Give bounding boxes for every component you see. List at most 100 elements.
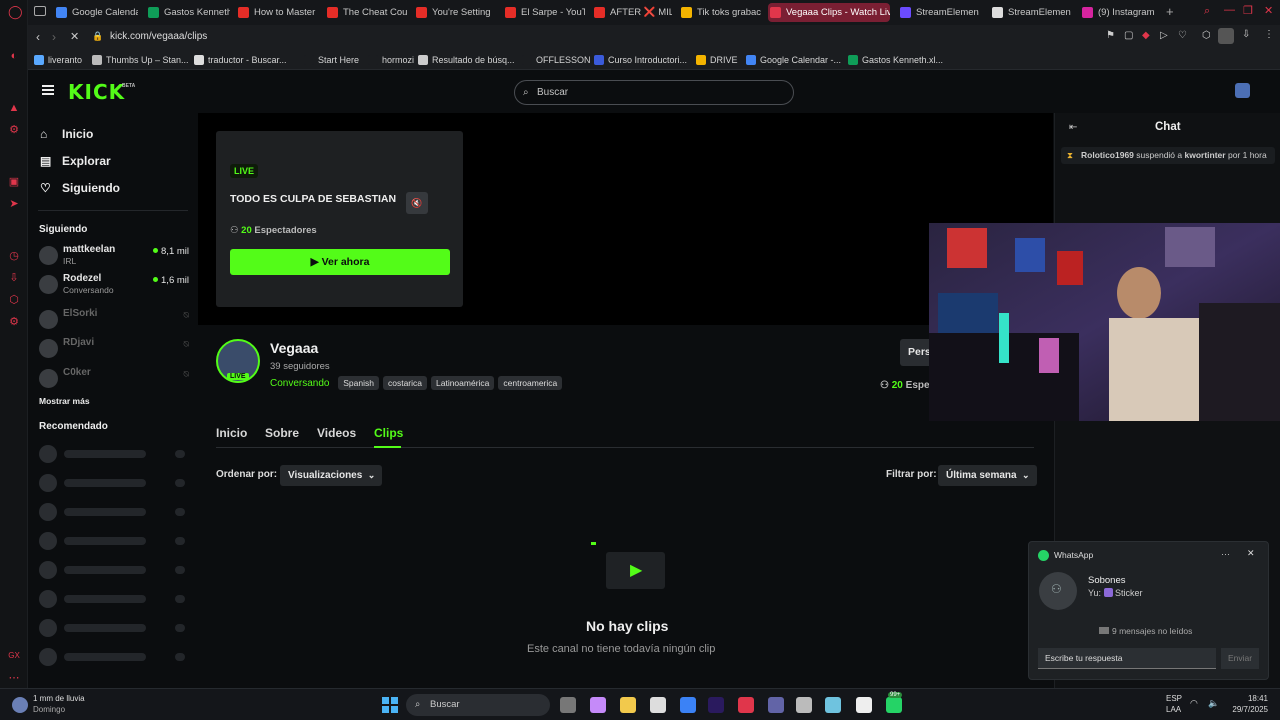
minimize-icon[interactable]: —: [1224, 4, 1235, 16]
bookmark-item[interactable]: hormozi: [368, 53, 414, 67]
following-item[interactable]: C0ker ⍉: [39, 367, 189, 393]
sort-dropdown[interactable]: Visualizaciones ⌄: [280, 465, 383, 486]
nav-explorar[interactable]: ▤ Explorar: [40, 154, 111, 168]
channel-tag[interactable]: Spanish: [338, 376, 379, 390]
taskbar-search[interactable]: ⌕ Buscar: [406, 694, 550, 716]
tab-2[interactable]: How to Master: [236, 3, 318, 22]
teams-icon[interactable]: [768, 697, 784, 713]
telegram-icon[interactable]: ➤: [8, 198, 20, 210]
tab-5[interactable]: El Sarpe - YouT: [503, 3, 585, 22]
tab-3[interactable]: The Cheat Cou: [325, 3, 407, 22]
forward-icon[interactable]: ›: [52, 30, 56, 44]
url-field[interactable]: kick.com/vegaaa/clips: [110, 31, 207, 42]
nav-siguiendo[interactable]: ♡ Siguiendo: [40, 181, 120, 195]
bookmark-icon[interactable]: ⚑: [1106, 30, 1115, 41]
tab-videos[interactable]: Videos: [317, 426, 356, 440]
notion-icon[interactable]: [650, 697, 666, 713]
tab-1[interactable]: Gastos Kenneth: [146, 3, 230, 22]
downloads-icon[interactable]: ⇩: [8, 272, 20, 284]
bookmark-item[interactable]: Start Here: [304, 53, 359, 67]
task-view-icon[interactable]: [560, 697, 576, 713]
bookmark-item[interactable]: OFFLESSON: [522, 53, 591, 67]
channel-category[interactable]: Conversando: [270, 378, 329, 389]
tab-9[interactable]: StreamElemen: [898, 3, 982, 22]
close-window-icon[interactable]: ✕: [1264, 4, 1273, 17]
copilot-icon[interactable]: [590, 697, 606, 713]
kick-logo[interactable]: KICK: [68, 80, 125, 104]
bookmark-item[interactable]: traductor - Buscar...: [194, 53, 287, 67]
clock-time[interactable]: 18:41: [1232, 694, 1268, 703]
weather-text[interactable]: 1 mm de lluvia: [33, 694, 85, 703]
heart-icon[interactable]: ♡: [1178, 30, 1187, 41]
nav-inicio[interactable]: ⌂ Inicio: [40, 127, 93, 141]
opera-gx-icon[interactable]: [738, 697, 754, 713]
todo-icon[interactable]: [680, 697, 696, 713]
channel-tag[interactable]: centroamerica: [498, 376, 563, 390]
channel-tag[interactable]: costarica: [382, 376, 427, 390]
wifi-icon[interactable]: ◠: [1190, 698, 1198, 709]
bookmark-item[interactable]: liveranto: [34, 53, 82, 67]
following-item[interactable]: RDjavi ⍉: [39, 337, 189, 363]
new-tab-icon[interactable]: +: [1166, 4, 1174, 19]
close-icon[interactable]: ✕: [1247, 548, 1255, 559]
notepad-icon[interactable]: [825, 697, 841, 713]
tab-menu-icon[interactable]: [34, 6, 46, 16]
whatsapp-notification[interactable]: WhatsApp ⋯ ✕ ⚇ Sobones Yu: Sticker 9 men…: [1028, 541, 1269, 680]
twitch-icon[interactable]: ▣: [8, 176, 20, 188]
search-input[interactable]: ⌕ Buscar: [514, 80, 794, 105]
download-icon[interactable]: ⇩: [1242, 29, 1250, 40]
history-icon[interactable]: ◷: [8, 250, 20, 262]
menu-dots-icon[interactable]: ⋮: [1264, 29, 1274, 40]
more-icon[interactable]: ⋯: [8, 672, 20, 684]
watch-now-button[interactable]: ▶ Ver ahora: [230, 249, 450, 275]
bookmark-item[interactable]: Thumbs Up – Stan...: [92, 53, 189, 67]
aria-icon[interactable]: ◐: [8, 50, 20, 62]
hamburger-icon[interactable]: [42, 85, 54, 95]
user-avatar[interactable]: [1235, 83, 1250, 98]
bookmark-item[interactable]: DRIVE: [696, 53, 738, 67]
channel-tag[interactable]: Latinoamérica: [431, 376, 495, 390]
bookmark-item[interactable]: Curso Introductori...: [594, 53, 687, 67]
back-icon[interactable]: ‹: [36, 30, 40, 44]
tab-8[interactable]: Vegaaa Clips - Watch Liv: [768, 3, 890, 22]
mute-icon[interactable]: 🔇: [406, 192, 428, 214]
tab-7[interactable]: Tik toks grabac: [679, 3, 761, 22]
weather-icon[interactable]: [12, 697, 28, 713]
tab-6[interactable]: AFTER ❌ MIL: [592, 3, 672, 22]
speed-dial-icon[interactable]: ▲: [8, 102, 20, 114]
tab-0[interactable]: Google Calenda: [54, 3, 138, 22]
notion-alt-icon[interactable]: [856, 697, 872, 713]
opera-logo-icon[interactable]: ◯: [8, 5, 23, 18]
language-indicator[interactable]: ESP: [1166, 694, 1182, 703]
shield-icon[interactable]: ◆: [1142, 30, 1150, 41]
play-icon[interactable]: ▷: [1160, 30, 1168, 41]
following-item[interactable]: ElSorki ⍉: [39, 308, 189, 334]
maximize-icon[interactable]: ❐: [1243, 4, 1253, 17]
file-explorer-icon[interactable]: [620, 697, 636, 713]
settings-icon[interactable]: ⚙: [8, 124, 20, 136]
bookmark-item[interactable]: Resultado de búsq...: [418, 53, 515, 67]
more-options-icon[interactable]: ⋯: [1221, 549, 1230, 560]
extensions-icon[interactable]: ⬡: [8, 294, 20, 306]
reply-input[interactable]: Escribe tu respuesta: [1038, 648, 1216, 669]
collapse-chat-icon[interactable]: ⇤: [1069, 122, 1077, 133]
windows-start-icon[interactable]: [382, 697, 398, 713]
tab-inicio[interactable]: Inicio: [216, 426, 247, 440]
filter-dropdown[interactable]: Última semana ⌄: [938, 465, 1037, 486]
premiere-icon[interactable]: [708, 697, 724, 713]
gear-icon[interactable]: ⚙: [8, 316, 20, 328]
whatsapp-icon[interactable]: [886, 697, 902, 713]
tab-sobre[interactable]: Sobre: [265, 426, 299, 440]
show-more-link[interactable]: Mostrar más: [39, 396, 90, 406]
snapshot-icon[interactable]: ▢: [1124, 30, 1133, 41]
following-item[interactable]: Rodezel Conversando 1,6 mil: [39, 273, 189, 299]
gx-icon[interactable]: GX: [8, 650, 20, 662]
tab-4[interactable]: You're Setting: [414, 3, 496, 22]
tab-11[interactable]: (9) Instagram: [1080, 3, 1162, 22]
search-tabs-icon[interactable]: ⌕: [1204, 5, 1210, 18]
bookmark-item[interactable]: Gastos Kenneth.xl...: [848, 53, 943, 67]
profile-avatar[interactable]: [1218, 28, 1234, 44]
extensions-puzzle-icon[interactable]: ⬡: [1202, 30, 1211, 41]
obs-icon[interactable]: [796, 697, 812, 713]
bookmark-item[interactable]: Google Calendar -...: [746, 53, 841, 67]
